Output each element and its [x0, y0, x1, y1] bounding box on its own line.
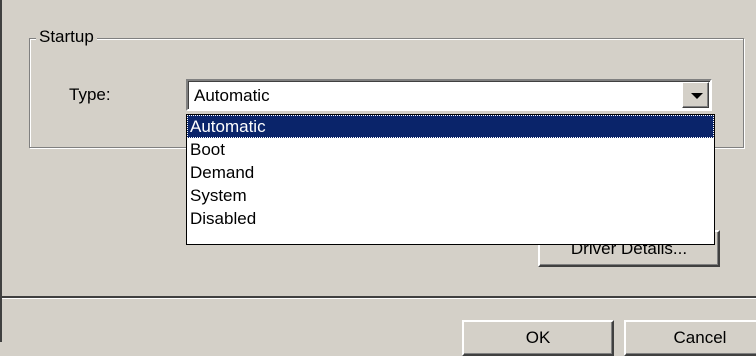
dropdown-option-automatic[interactable]: Automatic [187, 115, 714, 138]
separator-highlight [2, 298, 756, 299]
dropdown-button[interactable] [682, 82, 709, 108]
service-properties-window: Startup Type: Automatic Automatic Boot D… [0, 0, 756, 356]
startup-type-value: Automatic [194, 86, 270, 105]
startup-type-dropdown-list[interactable]: Automatic Boot Demand System Disabled [186, 114, 715, 245]
dropdown-option-disabled[interactable]: Disabled [187, 207, 714, 230]
startup-type-select[interactable]: Automatic [186, 79, 712, 111]
cancel-button[interactable]: Cancel [624, 320, 756, 356]
dropdown-option-demand[interactable]: Demand [187, 161, 714, 184]
dropdown-option-system[interactable]: System [187, 184, 714, 207]
dropdown-option-boot[interactable]: Boot [187, 138, 714, 161]
ok-button[interactable]: OK [462, 320, 614, 356]
chevron-down-icon [691, 93, 703, 99]
startup-group-title: Startup [36, 26, 97, 48]
type-label: Type: [69, 85, 111, 104]
